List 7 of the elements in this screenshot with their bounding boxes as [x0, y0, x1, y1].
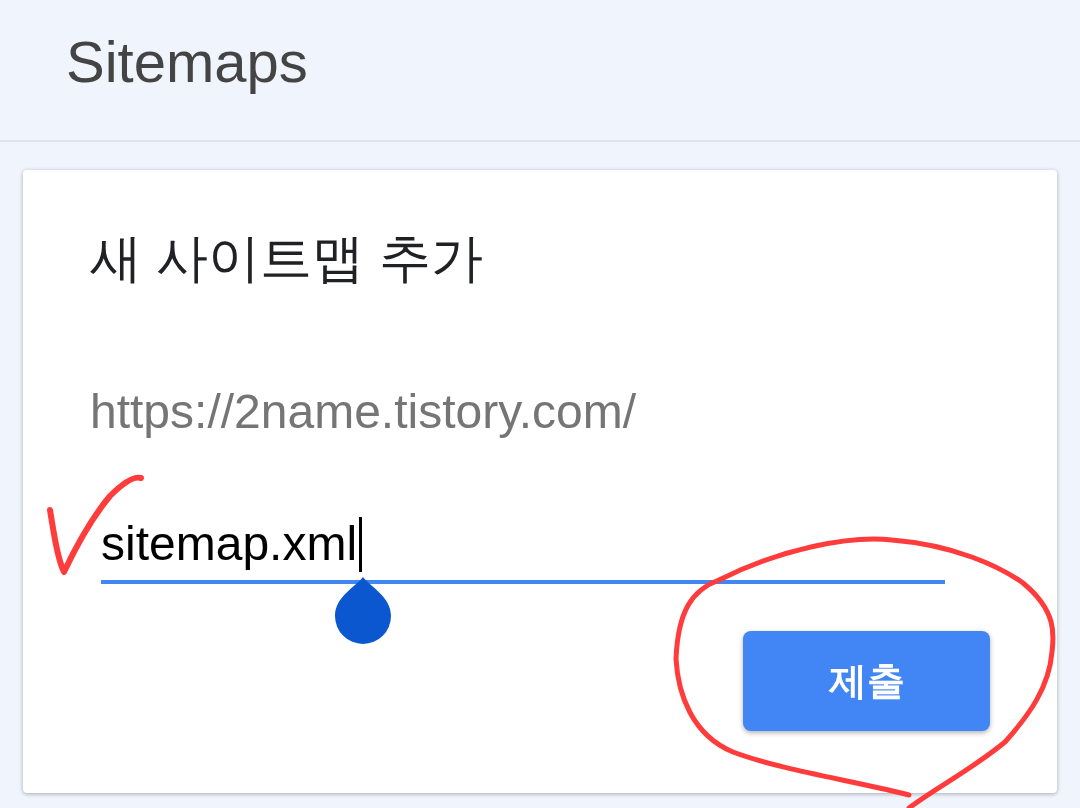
submit-button[interactable]: 제출 — [743, 631, 990, 731]
text-cursor — [359, 516, 363, 572]
cursor-handle-icon[interactable] — [335, 577, 391, 644]
sitemap-input-field[interactable]: sitemap.xml — [101, 515, 945, 584]
url-prefix: https://2name.tistory.com/ — [90, 384, 636, 440]
card-title: 새 사이트맵 추가 — [90, 228, 483, 289]
page-title: Sitemaps — [66, 28, 308, 96]
